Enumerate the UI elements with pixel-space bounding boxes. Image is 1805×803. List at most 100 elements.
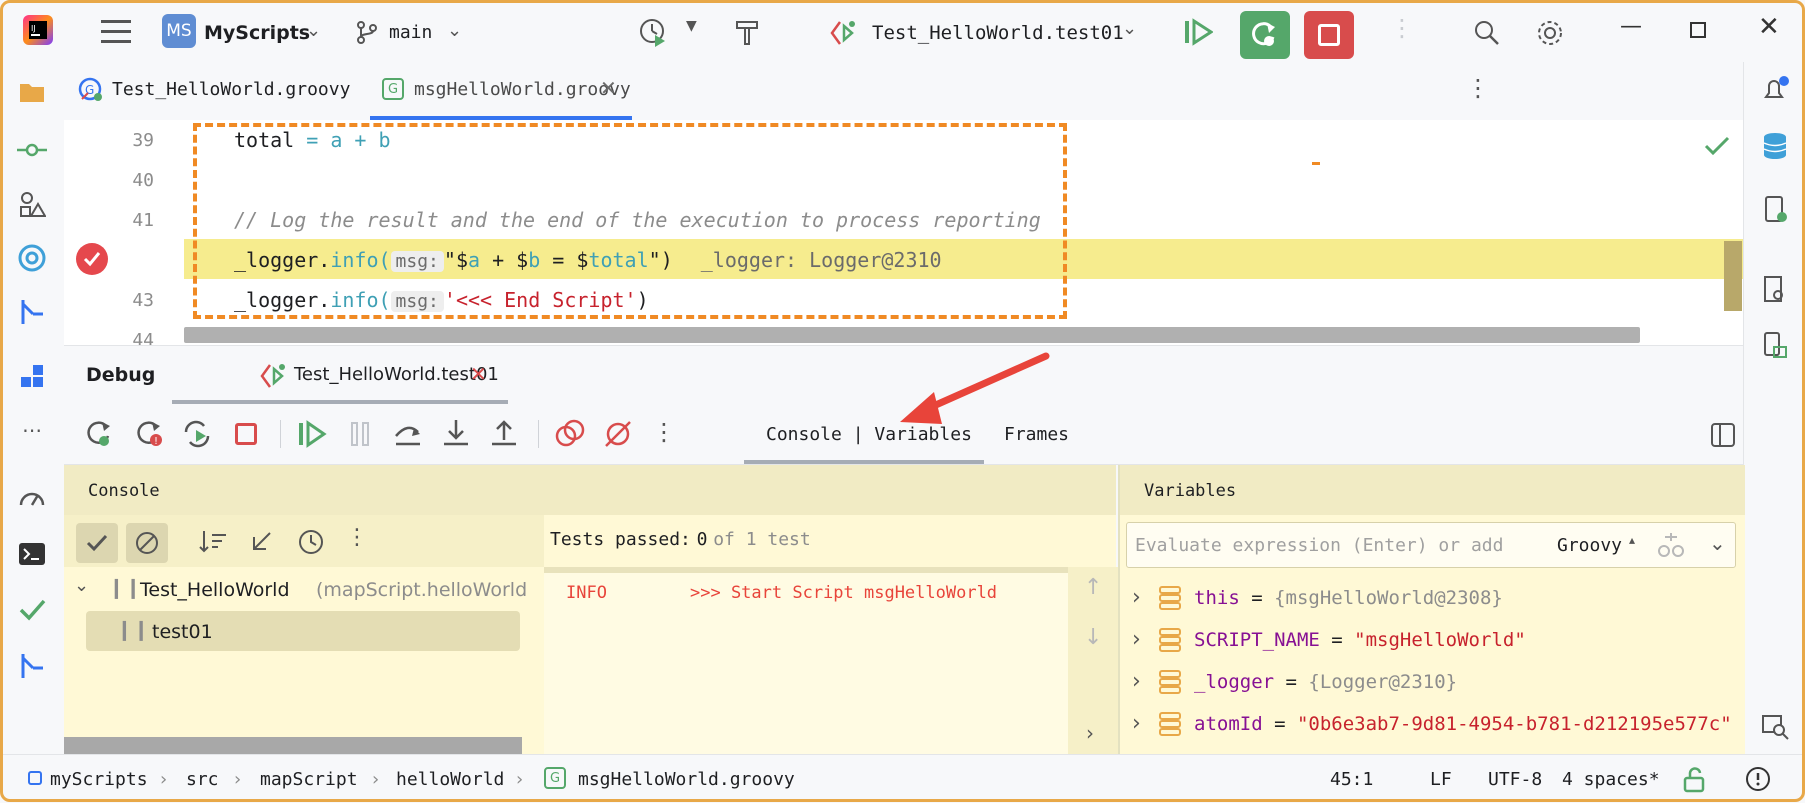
more-icon[interactable]: ⋮ (346, 525, 368, 550)
toggle-auto-test-icon[interactable] (182, 418, 214, 450)
tab-options-more-icon[interactable]: ⋮ (1466, 74, 1490, 102)
variable-row[interactable]: › SCRIPT_NAME = "msgHelloWorld" (1120, 621, 1745, 661)
device-mirror-icon[interactable] (1757, 328, 1793, 364)
arrow-up-icon[interactable]: ↑ (1084, 575, 1102, 600)
tab-test-helloworld[interactable]: G Test_HelloWorld.groovy (72, 62, 362, 120)
show-ignored-toggle[interactable] (126, 523, 168, 563)
variable-value: {msgHelloWorld@2308} (1274, 587, 1503, 609)
breadcrumb-item[interactable]: myScripts (50, 769, 148, 790)
terminal-icon[interactable] (14, 536, 50, 572)
project-folder-icon[interactable] (14, 74, 50, 110)
more-tools-icon[interactable]: ⋯ (14, 412, 50, 448)
chevron-right-icon[interactable]: › (1132, 711, 1141, 736)
breadcrumb-item[interactable]: msgHelloWorld.groovy (578, 769, 795, 790)
git-push-icon[interactable] (14, 648, 50, 684)
tree-node-test-class[interactable]: ⌄ ❙❙ Test_HelloWorld (mapScript.helloWor… (64, 573, 544, 607)
tab-msg-helloworld[interactable]: G msgHelloWorld.groovy ✕ (370, 62, 632, 120)
more-actions-icon[interactable]: ⋮ (652, 418, 676, 446)
mute-breakpoints-icon[interactable] (602, 418, 634, 450)
line-separator[interactable]: LF (1430, 769, 1452, 790)
error-stripe-marker[interactable] (1312, 162, 1320, 165)
search-everywhere-icon[interactable] (1757, 708, 1793, 744)
step-over-icon[interactable] (392, 418, 424, 450)
maximize-button[interactable] (1690, 22, 1706, 38)
app-logo-icon[interactable]: IJ (20, 12, 56, 48)
tree-node-test-method[interactable]: ❙❙ test01 (86, 611, 520, 651)
device-manager-icon[interactable] (1757, 192, 1793, 228)
chevron-down-icon[interactable]: ▼ (686, 18, 697, 34)
view-breakpoints-icon[interactable] (554, 418, 586, 450)
profiler-icon[interactable] (14, 480, 50, 516)
run-config-name[interactable]: Test_HelloWorld.test01 (872, 22, 1124, 44)
resume-program-icon[interactable] (296, 418, 328, 450)
notifications-bell-icon[interactable] (1757, 72, 1793, 108)
unlock-icon[interactable] (1682, 767, 1706, 793)
breadcrumb-item[interactable]: helloWorld (396, 769, 504, 790)
indent-setting[interactable]: 4 spaces* (1562, 769, 1660, 790)
browser-icon[interactable] (14, 240, 50, 276)
breadcrumb-item[interactable]: src (186, 769, 219, 790)
vertical-scrollbar[interactable] (1724, 241, 1742, 311)
collapse-all-icon[interactable] (248, 529, 274, 555)
arrow-down-icon[interactable]: ↓ (1084, 625, 1102, 650)
structure-icon[interactable] (14, 186, 50, 222)
breakpoint-icon[interactable] (76, 243, 108, 275)
add-watch-glasses-icon[interactable] (1655, 531, 1687, 561)
variable-row[interactable]: › this = {msgHelloWorld@2308} (1120, 579, 1745, 619)
test-run-config-icon (830, 21, 855, 45)
paused-test-icon: ❙❙ (108, 575, 142, 599)
history-clock-icon[interactable] (296, 527, 326, 557)
chevron-down-icon[interactable]: ⌄ (1709, 531, 1726, 555)
close-tab-icon[interactable]: ✕ (600, 76, 617, 100)
rerun-failed-icon[interactable]: ! (134, 418, 166, 450)
commit-icon[interactable] (14, 132, 50, 168)
minimize-button[interactable]: — (1620, 14, 1642, 39)
chevron-down-icon[interactable]: ⌄ (1122, 18, 1137, 39)
chevron-right-icon[interactable]: › (1132, 585, 1141, 610)
run-with-profiler-icon[interactable] (636, 16, 670, 48)
pause-icon[interactable] (344, 418, 376, 450)
build-hammer-icon[interactable] (730, 16, 764, 48)
resume-icon[interactable] (1180, 14, 1216, 50)
chevron-right-icon[interactable]: › (1086, 721, 1094, 745)
branch-widget[interactable]: main ⌄ (355, 12, 475, 50)
step-into-icon[interactable] (440, 418, 472, 450)
database-icon[interactable] (1757, 128, 1793, 164)
file-encoding[interactable]: UTF-8 (1488, 769, 1542, 790)
rerun-icon[interactable] (84, 418, 116, 450)
layout-settings-icon[interactable] (1710, 422, 1736, 448)
variable-row[interactable]: › atomId = "0b6e3ab7-9d81-4954-b781-d212… (1120, 705, 1745, 745)
main-menu-icon[interactable] (98, 14, 134, 48)
console-title: Console (88, 481, 160, 501)
file-search-icon[interactable] (1757, 272, 1793, 308)
problems-check-icon[interactable] (14, 592, 50, 628)
language-selector[interactable]: Groovy (1557, 535, 1622, 556)
step-out-icon[interactable] (488, 418, 520, 450)
close-window-button[interactable]: ✕ (1758, 12, 1780, 42)
log-level: INFO (566, 583, 607, 603)
debug-session-tab[interactable]: Test_HelloWorld.test01 (172, 346, 508, 404)
breadcrumb-item[interactable]: mapScript (260, 769, 358, 790)
rerun-debug-button[interactable] (1240, 11, 1290, 59)
close-session-icon[interactable]: ✕ (470, 362, 487, 386)
pull-requests-icon[interactable] (14, 294, 50, 330)
show-passed-toggle[interactable] (76, 523, 118, 563)
search-icon[interactable] (1470, 16, 1504, 50)
caret-position[interactable]: 45:1 (1330, 769, 1373, 790)
sort-icon[interactable] (198, 529, 228, 555)
evaluate-expression-field[interactable]: Evaluate expression (Enter) or add Groov… (1126, 522, 1736, 568)
variable-value: {Logger@2310} (1308, 671, 1458, 693)
services-icon[interactable] (14, 358, 50, 394)
stop-button[interactable] (1304, 11, 1354, 59)
variable-row[interactable]: › _logger = {Logger@2310} (1120, 663, 1745, 703)
project-widget[interactable]: MS MyScripts ⌄ (160, 12, 330, 50)
more-icon[interactable]: ⋮ (1390, 14, 1414, 42)
chevron-right-icon[interactable]: › (1132, 627, 1141, 652)
groovy-file-icon: G (382, 78, 404, 100)
chevron-down-icon[interactable]: ⌄ (74, 575, 89, 596)
problems-warning-icon[interactable] (1744, 765, 1772, 793)
chevron-right-icon[interactable]: › (1132, 669, 1141, 694)
settings-gear-icon[interactable] (1533, 16, 1567, 50)
tree-horizontal-scrollbar[interactable] (64, 737, 522, 754)
stop-icon[interactable] (230, 418, 262, 450)
